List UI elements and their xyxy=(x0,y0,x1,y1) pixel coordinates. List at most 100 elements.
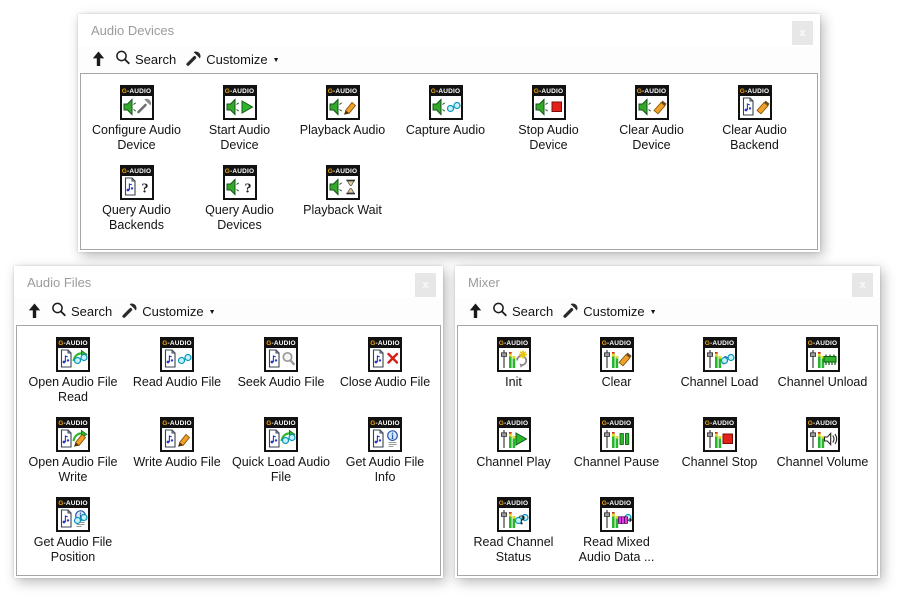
palette-items-grid: G-AUDIOInitG-AUDIOClearG-AUDIOChannel Lo… xyxy=(458,326,877,576)
palette-item[interactable]: G-AUDIOPlayback Audio xyxy=(291,85,394,165)
g-audio-banner: G-AUDIO xyxy=(328,87,358,96)
customize-button[interactable]: Customize ▼ xyxy=(181,48,284,71)
palette-item[interactable]: G-AUDIOClear Audio Device xyxy=(600,85,703,165)
icon-file-pencil: G-AUDIO xyxy=(160,417,194,452)
palette-item[interactable]: G-AUDIOOpen Audio File Write xyxy=(21,417,125,497)
palette-item-label: Channel Pause xyxy=(574,455,659,470)
icon-art xyxy=(431,96,461,118)
palette-item[interactable]: G-AUDIORead Mixed Audio Data ... xyxy=(565,497,668,576)
palette-item-label: Channel Volume xyxy=(777,455,869,470)
palette-item[interactable]: G-AUDIOStop Audio Device xyxy=(497,85,600,165)
search-button[interactable]: Search xyxy=(110,48,181,71)
customize-button[interactable]: Customize ▼ xyxy=(558,300,661,323)
palette-item-label: Read Mixed Audio Data ... xyxy=(566,535,667,565)
g-audio-banner: G-AUDIO xyxy=(808,419,838,428)
icon-mixer-glasses-array: G-AUDIO xyxy=(600,497,634,532)
palette-item-label: Seek Audio File xyxy=(238,375,325,390)
g-audio-banner: G-AUDIO xyxy=(162,419,192,428)
palette-item[interactable]: G-AUDIOOpen Audio File Read xyxy=(21,337,125,417)
palette-item[interactable]: G-AUDIOClose Audio File xyxy=(333,337,437,417)
up-arrow-icon xyxy=(28,303,41,321)
wrench-icon xyxy=(122,302,138,321)
palette-item[interactable]: G-AUDIOChannel Stop xyxy=(668,417,771,497)
palette-item-label: Channel Load xyxy=(681,375,759,390)
wrench-icon xyxy=(186,50,202,69)
customize-label: Customize xyxy=(142,304,203,319)
g-audio-banner: G-AUDIO xyxy=(225,167,255,176)
palette-item[interactable]: G-AUDIOChannel Play xyxy=(462,417,565,497)
palette-item[interactable]: G-AUDIOWrite Audio File xyxy=(125,417,229,497)
toolbar: Search Customize ▼ xyxy=(455,298,880,325)
icon-art xyxy=(328,96,358,118)
palette-item[interactable]: G-AUDIOiGet Audio File Info xyxy=(333,417,437,497)
close-button[interactable]: x xyxy=(415,273,436,297)
icon-file-glasses: G-AUDIO xyxy=(160,337,194,372)
up-button[interactable] xyxy=(87,49,110,71)
icon-file-open-arrow-pencil: G-AUDIO xyxy=(56,417,90,452)
window-title: Audio Files xyxy=(27,275,91,290)
palette-item-label: Channel Play xyxy=(476,455,550,470)
up-arrow-icon xyxy=(469,303,482,321)
search-label: Search xyxy=(71,304,112,319)
icon-art xyxy=(499,348,529,370)
icon-art xyxy=(637,96,667,118)
icon-file-info: G-AUDIOi xyxy=(368,417,402,452)
palette-item[interactable]: G-AUDIOiGet Audio File Position xyxy=(21,497,125,576)
g-audio-banner: G-AUDIO xyxy=(162,339,192,348)
icon-art xyxy=(225,96,255,118)
icon-mixer-loop-spark: G-AUDIO xyxy=(497,337,531,372)
titlebar[interactable]: Audio Devices x xyxy=(78,14,820,46)
search-icon xyxy=(492,302,508,321)
palette-item[interactable]: G-AUDIOConfigure Audio Device xyxy=(85,85,188,165)
palette-item[interactable]: G-AUDIO Channel Volume xyxy=(771,417,874,497)
icon-mixer-pause: G-AUDIO xyxy=(600,417,634,452)
palette-item[interactable]: G-AUDIO Channel Load xyxy=(668,337,771,417)
icon-mixer-glasses-question: G-AUDIO? xyxy=(497,497,531,532)
icon-art: i xyxy=(370,428,400,450)
palette-item[interactable]: G-AUDIOClear xyxy=(565,337,668,417)
palette-item[interactable]: G-AUDIOClear Audio Backend xyxy=(703,85,806,165)
palette-item[interactable]: G-AUDIO?Read Channel Status xyxy=(462,497,565,576)
icon-art: ? xyxy=(499,508,529,530)
palette-window-mixer: Mixer x Search Customize ▼ G-AUDIOInitG-… xyxy=(455,266,880,578)
g-audio-banner: G-AUDIO xyxy=(225,87,255,96)
titlebar[interactable]: Audio Files x xyxy=(14,266,443,298)
up-button[interactable] xyxy=(464,301,487,323)
palette-item[interactable]: G-AUDIOSeek Audio File xyxy=(229,337,333,417)
palette-item-label: Read Channel Status xyxy=(463,535,564,565)
close-button[interactable]: x xyxy=(852,273,873,297)
palette-item[interactable]: G-AUDIOChannel Unload xyxy=(771,337,874,417)
titlebar[interactable]: Mixer x xyxy=(455,266,880,298)
g-audio-banner: G-AUDIO xyxy=(637,87,667,96)
customize-button[interactable]: Customize ▼ xyxy=(117,300,220,323)
search-label: Search xyxy=(135,52,176,67)
palette-item[interactable]: G-AUDIORead Audio File xyxy=(125,337,229,417)
icon-mixer-eraser: G-AUDIO xyxy=(600,337,634,372)
icon-art xyxy=(122,96,152,118)
up-arrow-icon xyxy=(92,51,105,69)
icon-art xyxy=(602,348,632,370)
palette-item[interactable]: G-AUDIOQuick Load Audio File xyxy=(229,417,333,497)
icon-mixer-stop: G-AUDIO xyxy=(703,417,737,452)
palette-item[interactable]: G-AUDIO?Query Audio Backends xyxy=(85,165,188,245)
icon-speaker-hourglass: G-AUDIO xyxy=(326,165,360,200)
palette-item[interactable]: G-AUDIOStart Audio Device xyxy=(188,85,291,165)
search-button[interactable]: Search xyxy=(487,300,558,323)
palette-item-label: Get Audio File Position xyxy=(23,535,124,565)
search-icon xyxy=(115,50,131,69)
customize-label: Customize xyxy=(206,52,267,67)
palette-item[interactable]: G-AUDIOPlayback Wait xyxy=(291,165,394,245)
icon-speaker-play: G-AUDIO xyxy=(223,85,257,120)
palette-item[interactable]: G-AUDIO Channel Pause xyxy=(565,417,668,497)
palette-item[interactable]: G-AUDIOInit xyxy=(462,337,565,417)
palette-item[interactable]: G-AUDIOCapture Audio xyxy=(394,85,497,165)
up-button[interactable] xyxy=(23,301,46,323)
palette-item-label: Capture Audio xyxy=(406,123,485,138)
customize-label: Customize xyxy=(583,304,644,319)
palette-item[interactable]: G-AUDIO?Query Audio Devices xyxy=(188,165,291,245)
icon-mixer-notes-glasses: G-AUDIO xyxy=(703,337,737,372)
search-button[interactable]: Search xyxy=(46,300,117,323)
close-button[interactable]: x xyxy=(792,21,813,45)
palette-item-label: Stop Audio Device xyxy=(498,123,599,153)
icon-art xyxy=(705,348,735,370)
